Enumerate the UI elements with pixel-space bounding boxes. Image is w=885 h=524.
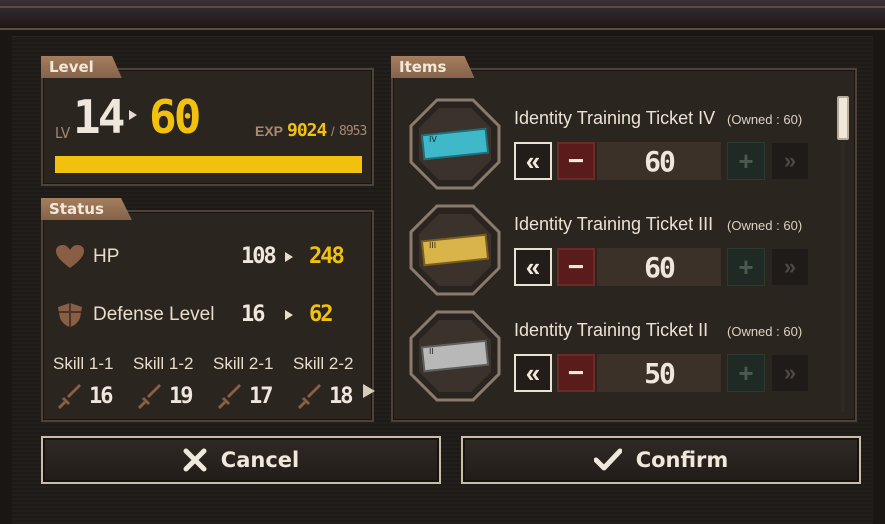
sword-icon <box>57 384 81 410</box>
item-row: III Identity Training Ticket III (Owned … <box>409 204 833 304</box>
item-name: Identity Training Ticket IV <box>514 108 716 128</box>
decrease-button[interactable]: − <box>557 354 595 392</box>
ticket-iv-icon: IV <box>409 98 501 190</box>
skill-name: Skill 1-2 <box>133 354 194 373</box>
ticket-iii-icon: III <box>409 204 501 296</box>
item-owned: (Owned : 60) <box>727 324 803 339</box>
increase-button[interactable]: + <box>727 142 765 180</box>
item-owned: (Owned : 60) <box>727 218 803 233</box>
exp-progress-fill <box>55 156 362 173</box>
more-skills-arrow-icon[interactable] <box>363 384 375 398</box>
status-panel: Status HP 108 248 Defense Level 16 62 Sk… <box>41 198 375 422</box>
item-row: IV Identity Training Ticket IV (Owned : … <box>409 98 833 198</box>
target-level: 60 <box>149 90 201 144</box>
level-panel: Level LV 14 60 EXP 9024 / 8953 <box>41 56 374 186</box>
hp-label: HP <box>93 246 120 267</box>
skill-1-1: Skill 1-1 16 <box>53 354 131 414</box>
ticket-tier-label: III <box>429 241 436 250</box>
ticket-tier-label: II <box>429 347 434 356</box>
status-panel-title: Status <box>41 198 132 220</box>
defense-arrow-icon <box>285 310 293 320</box>
item-name: Identity Training Ticket II <box>514 320 709 340</box>
items-panel: Items IV Identity Training Ticket IV (Ow… <box>391 56 857 422</box>
sword-icon <box>137 384 161 410</box>
ticket-ii-icon: II <box>409 310 501 402</box>
defense-row: Defense Level 16 62 <box>55 300 365 330</box>
hp-arrow-icon <box>285 252 293 262</box>
exp-max: 8953 <box>339 124 367 139</box>
item-owned: (Owned : 60) <box>727 112 803 127</box>
shield-icon <box>58 303 82 327</box>
exp-separator: / <box>331 124 335 139</box>
skill-name: Skill 2-1 <box>213 354 274 373</box>
hp-to: 248 <box>309 244 345 269</box>
quantity-value: 60 <box>597 248 721 286</box>
skill-1-2: Skill 1-2 19 <box>133 354 211 414</box>
quantity-value: 60 <box>597 142 721 180</box>
scrollbar-thumb[interactable] <box>837 96 849 140</box>
skill-value: 18 <box>329 384 353 409</box>
sword-icon <box>217 384 241 410</box>
set-max-button[interactable]: » <box>771 142 809 180</box>
checkmark-icon <box>593 448 622 471</box>
hp-from: 108 <box>241 244 277 269</box>
cancel-button[interactable]: Cancel <box>41 436 441 484</box>
defense-from: 16 <box>241 302 265 327</box>
set-max-button[interactable]: » <box>771 354 809 392</box>
current-level: 14 <box>73 90 125 144</box>
quantity-value: 50 <box>597 354 721 392</box>
exp-current: 9024 <box>287 120 327 141</box>
level-panel-title: Level <box>41 56 122 78</box>
hp-row: HP 108 248 <box>55 242 365 272</box>
increase-button[interactable]: + <box>727 354 765 392</box>
item-row: II Identity Training Ticket II (Owned : … <box>409 310 833 410</box>
sword-icon <box>297 384 321 410</box>
set-min-button[interactable]: « <box>514 248 552 286</box>
defense-label: Defense Level <box>93 304 215 325</box>
ticket-tier-label: IV <box>429 135 437 144</box>
scroll-track[interactable] <box>841 142 845 412</box>
level-arrow-icon <box>129 110 137 120</box>
skill-value: 17 <box>249 384 273 409</box>
decrease-button[interactable]: − <box>557 142 595 180</box>
top-bar <box>0 0 885 30</box>
set-min-button[interactable]: « <box>514 354 552 392</box>
skill-value: 19 <box>169 384 193 409</box>
skill-name: Skill 2-2 <box>293 354 354 373</box>
item-name: Identity Training Ticket III <box>514 214 714 234</box>
exp-progress-bar <box>55 156 362 173</box>
skill-2-1: Skill 2-1 17 <box>213 354 291 414</box>
confirm-button[interactable]: Confirm <box>461 436 861 484</box>
cancel-label: Cancel <box>220 448 300 472</box>
exp-label: EXP <box>255 123 284 139</box>
items-panel-title: Items <box>391 56 475 78</box>
decrease-button[interactable]: − <box>557 248 595 286</box>
defense-to: 62 <box>309 302 333 327</box>
close-icon <box>183 448 207 472</box>
skill-value: 16 <box>89 384 113 409</box>
skill-2-2: Skill 2-2 18 <box>293 354 371 414</box>
confirm-label: Confirm <box>635 448 729 472</box>
skill-name: Skill 1-1 <box>53 354 114 373</box>
lv-tag: LV <box>55 124 71 142</box>
heart-icon <box>56 245 84 268</box>
increase-button[interactable]: + <box>727 248 765 286</box>
set-min-button[interactable]: « <box>514 142 552 180</box>
set-max-button[interactable]: » <box>771 248 809 286</box>
